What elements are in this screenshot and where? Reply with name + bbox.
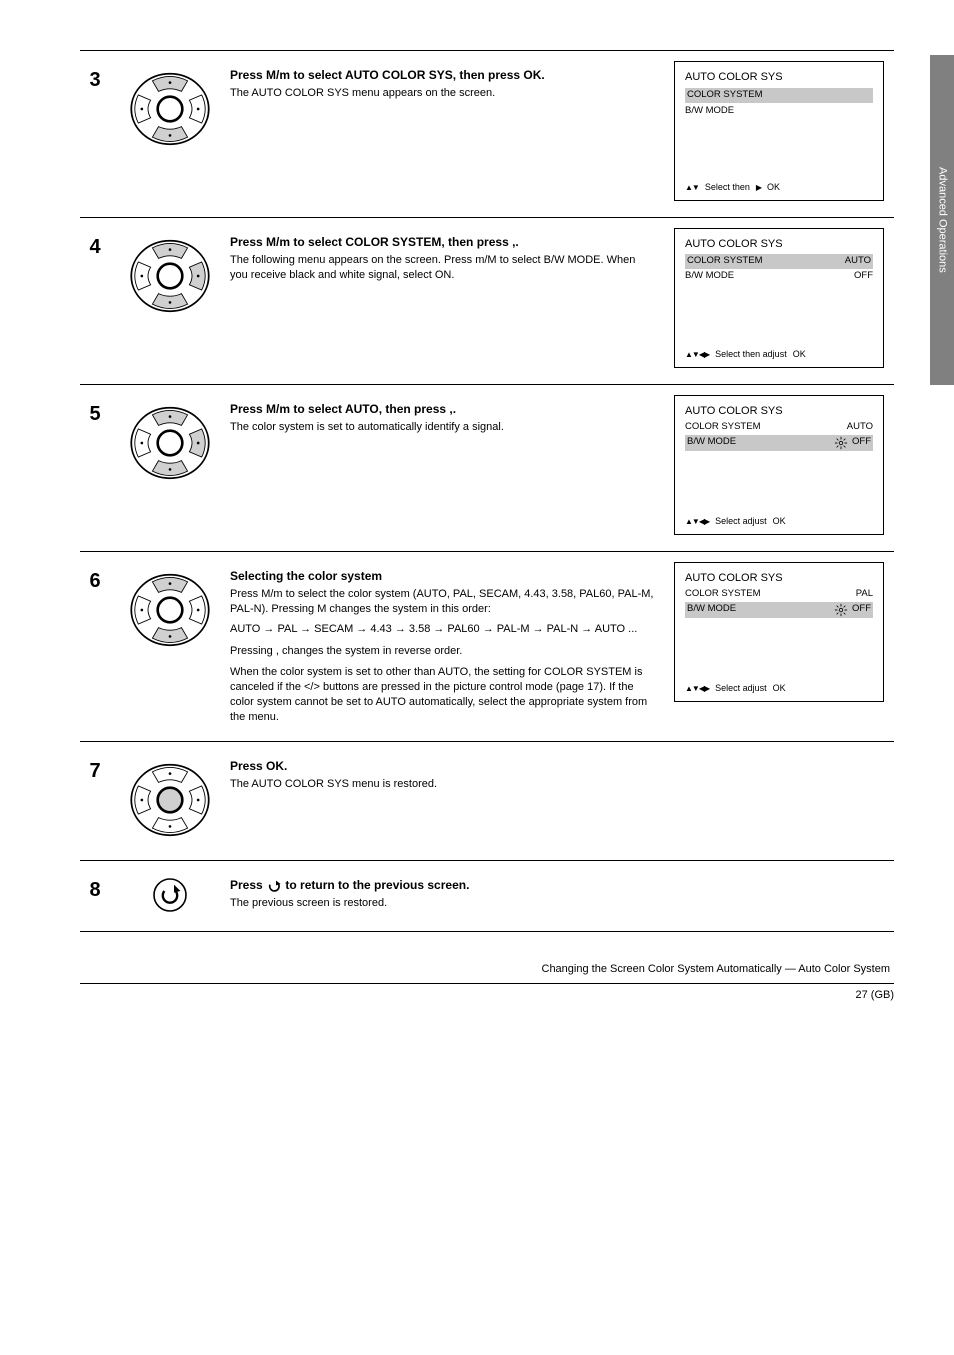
step-body: The color system is set to automatically… [230, 420, 656, 435]
right-arrow-icon: ▶ [756, 183, 761, 193]
side-tab: Advanced Operations [930, 55, 954, 385]
osd-screen: AUTO COLOR SYS COLOR SYSTEMPAL B/W MODE … [674, 562, 884, 702]
step-title: Press M/m to select COLOR SYSTEM, then p… [230, 234, 656, 250]
step-title: Selecting the color system [230, 568, 656, 584]
nav-arrows-icon: ▲▼◀▶ [685, 517, 709, 527]
dpad-icon [120, 752, 220, 844]
sequence: AUTO → PAL → SECAM → 4.43 → 3.58 → PAL60… [230, 621, 656, 639]
step-body: The following menu appears on the screen… [230, 253, 656, 283]
step-8: 8 Press to return to the previous screen… [80, 860, 894, 932]
osd-screen: AUTO COLOR SYS COLOR SYSTEM B/W MODE ▲▼ … [674, 61, 884, 201]
step-6: 6 Selecting the color system Press M/m t… [80, 551, 894, 741]
step-number: 4 [80, 228, 110, 261]
step-body-2: Pressing , changes the system in reverse… [230, 644, 656, 659]
step-title: Press OK. [230, 758, 656, 774]
step-body: Press M/m to select the color system (AU… [230, 587, 656, 617]
step-number: 6 [80, 562, 110, 595]
step-5: 5 Press M/m to select AUTO, then press ,… [80, 384, 894, 551]
step-4: 4 Press M/m to select COLOR SYSTEM, then… [80, 217, 894, 384]
step-body: The previous screen is restored. [230, 896, 656, 911]
step-title: Press M/m to select AUTO, then press ,. [230, 401, 656, 417]
dpad-icon [120, 61, 220, 153]
step-title: Press to return to the previous screen. [230, 877, 656, 893]
step-7: 7 Press OK. The AUTO COLOR SYS menu is r… [80, 741, 894, 860]
return-icon [120, 871, 220, 915]
step-body: The AUTO COLOR SYS menu is restored. [230, 777, 656, 792]
dpad-icon [120, 395, 220, 487]
dpad-icon [120, 562, 220, 654]
step-title: Press M/m to select AUTO COLOR SYS, then… [230, 67, 656, 83]
osd-screen: AUTO COLOR SYS COLOR SYSTEMAUTO B/W MODE… [674, 395, 884, 535]
dpad-icon [120, 228, 220, 320]
nav-arrows-icon: ▲▼ [685, 183, 699, 193]
step-number: 7 [80, 752, 110, 785]
nav-arrows-icon: ▲▼◀▶ [685, 350, 709, 360]
step-number: 5 [80, 395, 110, 428]
page-number: 27 (GB) [80, 983, 894, 1003]
step-number: 8 [80, 871, 110, 904]
step-body: The AUTO COLOR SYS menu appears on the s… [230, 86, 656, 101]
sun-icon [834, 436, 848, 450]
step-3: 3 Press M/m to select AUTO COLOR SYS, th… [80, 50, 894, 217]
osd-screen: AUTO COLOR SYS COLOR SYSTEMAUTO B/W MODE… [674, 228, 884, 368]
step-note: When the color system is set to other th… [230, 665, 656, 724]
sun-icon [834, 603, 848, 617]
step-number: 3 [80, 61, 110, 94]
footer-title: Changing the Screen Color System Automat… [80, 962, 894, 977]
return-inline-icon [266, 880, 282, 892]
nav-arrows-icon: ▲▼◀▶ [685, 684, 709, 694]
